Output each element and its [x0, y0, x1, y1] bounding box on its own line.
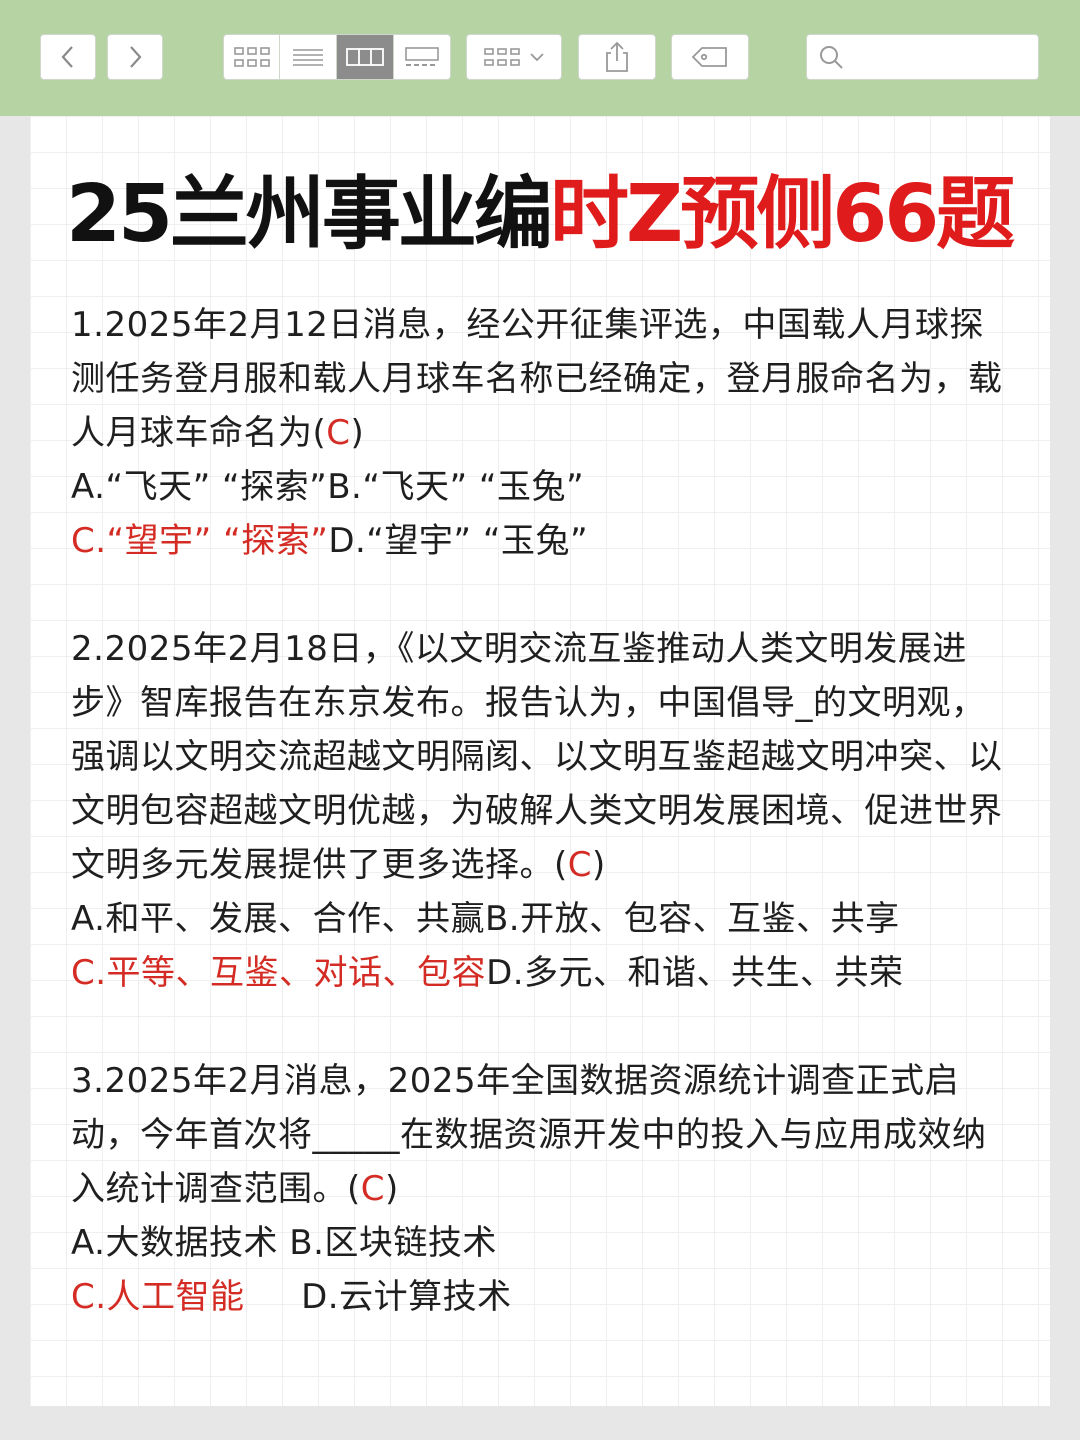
tag-button[interactable] — [671, 34, 749, 80]
list-view-icon — [293, 49, 323, 66]
list-view-button[interactable] — [280, 34, 337, 80]
options-row-1: A.“飞天” “探索”B.“飞天” “玉兔” — [71, 460, 1011, 514]
title-red-part: 时Z预侧66题 — [549, 168, 1015, 260]
chevron-right-icon — [130, 46, 142, 68]
option-a: A.大数据技术 — [71, 1223, 278, 1263]
question-stem: 1.2025年2月12日消息，经公开征集评选，中国载人月球探测任务登月服和载人月… — [71, 305, 1003, 453]
chevron-left-icon — [61, 46, 73, 68]
view-mode-switcher — [223, 34, 451, 80]
document-sheet: 25兰州事业编时Z预侧66题 1.2025年2月12日消息，经公开征集评选，中国… — [30, 116, 1050, 1406]
question-item: 3.2025年2月消息，2025年全国数据资源统计调查正式启动，今年首次将___… — [71, 1054, 1011, 1324]
option-a: A.“飞天” “探索” — [71, 467, 328, 507]
title-black-part: 25兰州事业编 — [66, 168, 553, 260]
grid-view-button[interactable] — [223, 34, 280, 80]
column-view-button[interactable] — [337, 34, 394, 80]
answer-letter: C — [326, 413, 351, 453]
answer-letter: C — [360, 1169, 386, 1209]
options-row-1: A.和平、发展、合作、共赢B.开放、包容、互鉴、共享 — [71, 892, 1011, 946]
gallery-view-icon — [405, 47, 439, 66]
options-row-1: A.大数据技术 B.区块链技术 — [71, 1216, 1011, 1270]
question-item: 1.2025年2月12日消息，经公开征集评选，中国载人月球探测任务登月服和载人月… — [71, 298, 1011, 568]
option-d: D.多元、和谐、共生、共荣 — [486, 953, 904, 993]
option-b: B.区块链技术 — [289, 1223, 497, 1263]
option-c-correct: C.人工智能 — [71, 1277, 245, 1317]
options-row-2: C.人工智能 D.云计算技术 — [71, 1270, 1011, 1324]
options-row-2: C.平等、互鉴、对话、包容D.多元、和谐、共生、共荣 — [71, 946, 1011, 1000]
toolbar — [0, 0, 1080, 116]
grid-menu-icon — [484, 48, 520, 66]
search-field[interactable] — [806, 34, 1039, 80]
option-b: B.开放、包容、互鉴、共享 — [484, 899, 900, 939]
search-icon — [820, 46, 843, 69]
share-icon — [606, 41, 628, 72]
gallery-view-button[interactable] — [394, 34, 451, 80]
share-button[interactable] — [578, 34, 656, 80]
options-row-2: C.“望宇” “探索”D.“望宇” “玉兔” — [71, 514, 1011, 568]
back-button[interactable] — [40, 34, 96, 80]
option-a: A.和平、发展、合作、共赢 — [71, 899, 485, 939]
group-by-dropdown[interactable] — [466, 34, 562, 80]
tag-icon — [691, 47, 727, 67]
option-d: D.“望宇” “玉兔” — [328, 521, 589, 561]
question-list: 1.2025年2月12日消息，经公开征集评选，中国载人月球探测任务登月服和载人月… — [71, 298, 1011, 1378]
question-stem: 3.2025年2月消息，2025年全国数据资源统计调查正式启动，今年首次将___… — [71, 1061, 987, 1209]
option-d: D.云计算技术 — [301, 1277, 512, 1317]
option-c-correct: C.平等、互鉴、对话、包容 — [71, 953, 487, 993]
question-item: 2.2025年2月18日，《以文明交流互鉴推动人类文明发展进步》智库报告在东京发… — [71, 622, 1011, 1000]
search-input[interactable] — [853, 36, 1037, 78]
question-stem: 2.2025年2月18日，《以文明交流互鉴推动人类文明发展进步》智库报告在东京发… — [71, 629, 1003, 885]
grid-view-icon — [233, 47, 270, 67]
page-title: 25兰州事业编时Z预侧66题 — [66, 166, 1056, 262]
column-view-icon — [346, 48, 384, 66]
chevron-down-icon — [530, 53, 544, 62]
answer-letter: C — [567, 845, 593, 885]
forward-button[interactable] — [107, 34, 163, 80]
option-c-correct: C.“望宇” “探索” — [71, 521, 329, 561]
option-b: B.“飞天” “玉兔” — [327, 467, 585, 507]
